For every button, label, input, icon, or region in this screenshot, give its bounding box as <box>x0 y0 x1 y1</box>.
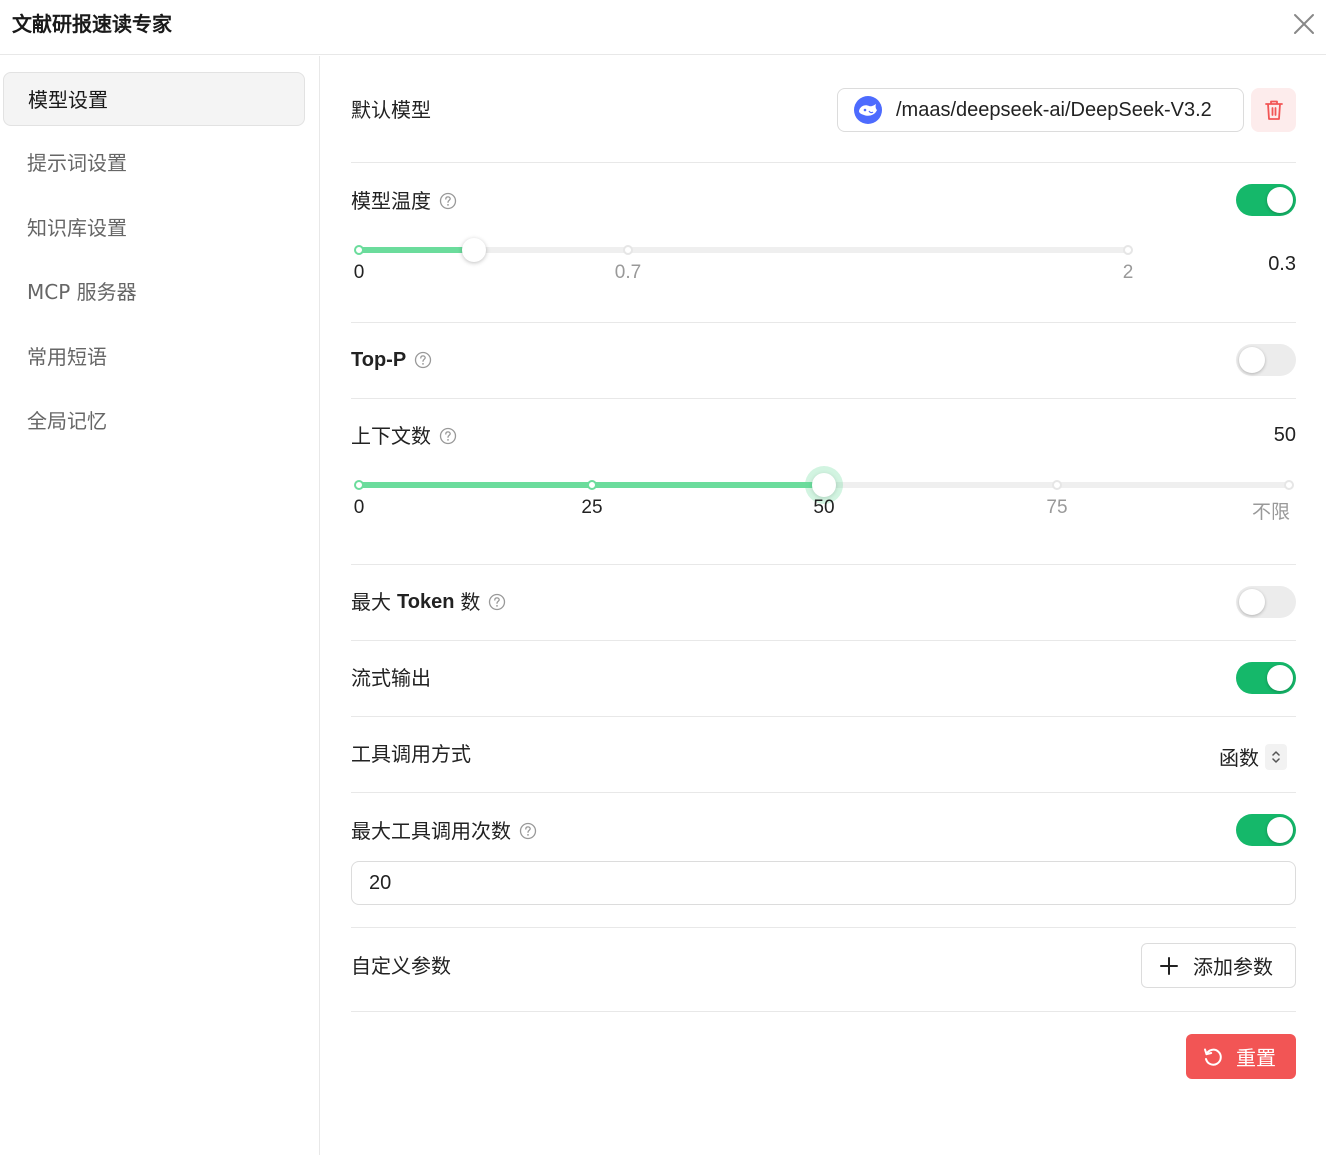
toggle-knob <box>1267 665 1293 691</box>
help-icon[interactable] <box>488 593 506 611</box>
chevron-up-down-icon <box>1265 743 1287 770</box>
slider-fill <box>359 247 474 253</box>
delete-model-button[interactable] <box>1251 88 1296 132</box>
custom-params-label-text: 自定义参数 <box>351 954 451 978</box>
sidebar-item-prompt-settings[interactable]: 提示词设置 <box>3 136 305 190</box>
sidebar-item-common-phrases[interactable]: 常用短语 <box>3 330 305 384</box>
top-p-label-text: Top-P <box>351 349 407 371</box>
dialog-header: 文献研报速读专家 <box>0 0 1326 55</box>
help-icon[interactable] <box>519 822 537 840</box>
max-tokens-label: 最大 Token 数 <box>351 588 506 616</box>
default-model-name: /maas/deepseek-ai/DeepSeek-V3.2 <box>896 98 1212 121</box>
slider-mark: 75 <box>1046 497 1068 518</box>
close-button[interactable] <box>1290 10 1318 38</box>
divider <box>351 640 1296 641</box>
slider-mark: 2 <box>1122 262 1134 283</box>
max-tool-calls-input[interactable] <box>351 861 1296 905</box>
tool-call-mode-value: 函数 <box>1219 746 1259 770</box>
default-model-label-text: 默认模型 <box>351 98 431 122</box>
context-count-slider-handle[interactable] <box>812 473 836 497</box>
slider-mark: 25 <box>581 497 603 518</box>
context-count-slider[interactable]: 0 25 50 75 不限 <box>354 473 1294 523</box>
slider-dot <box>1052 480 1062 490</box>
help-icon[interactable] <box>414 351 432 369</box>
toggle-knob <box>1239 347 1265 373</box>
slider-dot <box>1284 480 1294 490</box>
slider-mark: 50 <box>813 497 835 518</box>
custom-params-label: 自定义参数 <box>351 952 451 980</box>
stream-output-label-text: 流式输出 <box>351 666 431 690</box>
dialog-title: 文献研报速读专家 <box>12 12 172 36</box>
help-icon[interactable] <box>439 427 457 445</box>
divider <box>351 927 1296 928</box>
temperature-slider-handle[interactable] <box>462 238 486 262</box>
context-count-label: 上下文数 <box>351 422 457 450</box>
stream-output-toggle[interactable] <box>1236 662 1296 694</box>
reset-button[interactable]: 重置 <box>1186 1034 1296 1079</box>
temperature-slider[interactable]: 0 0.7 2 <box>354 238 1133 283</box>
slider-mark: 0 <box>353 497 365 518</box>
max-tool-calls-label-text: 最大工具调用次数 <box>351 819 511 843</box>
slider-mark: 0.7 <box>614 262 642 283</box>
settings-sidebar: 模型设置 提示词设置 知识库设置 MCP 服务器 常用短语 全局记忆 <box>0 56 320 1155</box>
slider-mark: 0 <box>353 262 365 283</box>
sidebar-item-global-memory[interactable]: 全局记忆 <box>3 394 305 448</box>
divider <box>351 398 1296 399</box>
stream-output-label: 流式输出 <box>351 664 431 692</box>
slider-mark: 不限 <box>1251 502 1291 523</box>
divider <box>351 792 1296 793</box>
default-model-selector[interactable]: /maas/deepseek-ai/DeepSeek-V3.2 <box>837 88 1244 132</box>
sidebar-item-model-settings[interactable]: 模型设置 <box>3 72 305 126</box>
slider-dot <box>1123 245 1133 255</box>
divider <box>351 322 1296 323</box>
trash-icon <box>1264 100 1283 120</box>
temperature-value: 0.3 <box>1268 253 1296 275</box>
tool-call-mode-label-text: 工具调用方式 <box>351 742 471 766</box>
tool-call-mode-label: 工具调用方式 <box>351 740 471 768</box>
add-param-button[interactable]: 添加参数 <box>1141 943 1296 988</box>
toggle-knob <box>1267 817 1293 843</box>
divider <box>351 162 1296 163</box>
slider-dot <box>587 480 597 490</box>
top-p-toggle[interactable] <box>1236 344 1296 376</box>
divider <box>351 564 1296 565</box>
deepseek-whale-icon <box>854 96 882 124</box>
sidebar-item-knowledge-base-settings[interactable]: 知识库设置 <box>3 201 305 255</box>
toggle-knob <box>1239 589 1265 615</box>
temperature-label: 模型温度 <box>351 187 457 215</box>
context-count-label-text: 上下文数 <box>351 424 431 448</box>
max-tool-calls-toggle[interactable] <box>1236 814 1296 846</box>
model-settings-panel: 默认模型 /maas/deepseek-ai/DeepSeek-V3.2 模型温… <box>351 56 1296 1155</box>
close-icon <box>1294 14 1314 34</box>
help-icon[interactable] <box>439 192 457 210</box>
default-model-label: 默认模型 <box>351 96 431 124</box>
tool-call-mode-select[interactable]: 函数 <box>1219 742 1287 771</box>
context-count-value: 50 <box>1273 424 1296 446</box>
reset-label: 重置 <box>1236 1046 1276 1070</box>
temperature-label-text: 模型温度 <box>351 189 431 213</box>
temperature-toggle[interactable] <box>1236 184 1296 216</box>
plus-icon <box>1160 956 1178 975</box>
slider-dot <box>354 480 364 490</box>
reset-icon <box>1204 1048 1222 1066</box>
slider-dot <box>354 245 364 255</box>
toggle-knob <box>1267 187 1293 213</box>
top-p-label: Top-P <box>351 346 432 374</box>
max-tokens-toggle[interactable] <box>1236 586 1296 618</box>
divider <box>351 1011 1296 1012</box>
add-param-label: 添加参数 <box>1193 955 1273 979</box>
max-tokens-label-suffix: 数 <box>460 590 481 614</box>
divider <box>351 716 1296 717</box>
max-tool-calls-label: 最大工具调用次数 <box>351 817 537 845</box>
max-tokens-label-prefix: 最大 <box>351 590 391 614</box>
sidebar-item-mcp-servers[interactable]: MCP 服务器 <box>3 265 305 319</box>
slider-dot <box>623 245 633 255</box>
max-tokens-label-token: Token <box>397 591 455 613</box>
